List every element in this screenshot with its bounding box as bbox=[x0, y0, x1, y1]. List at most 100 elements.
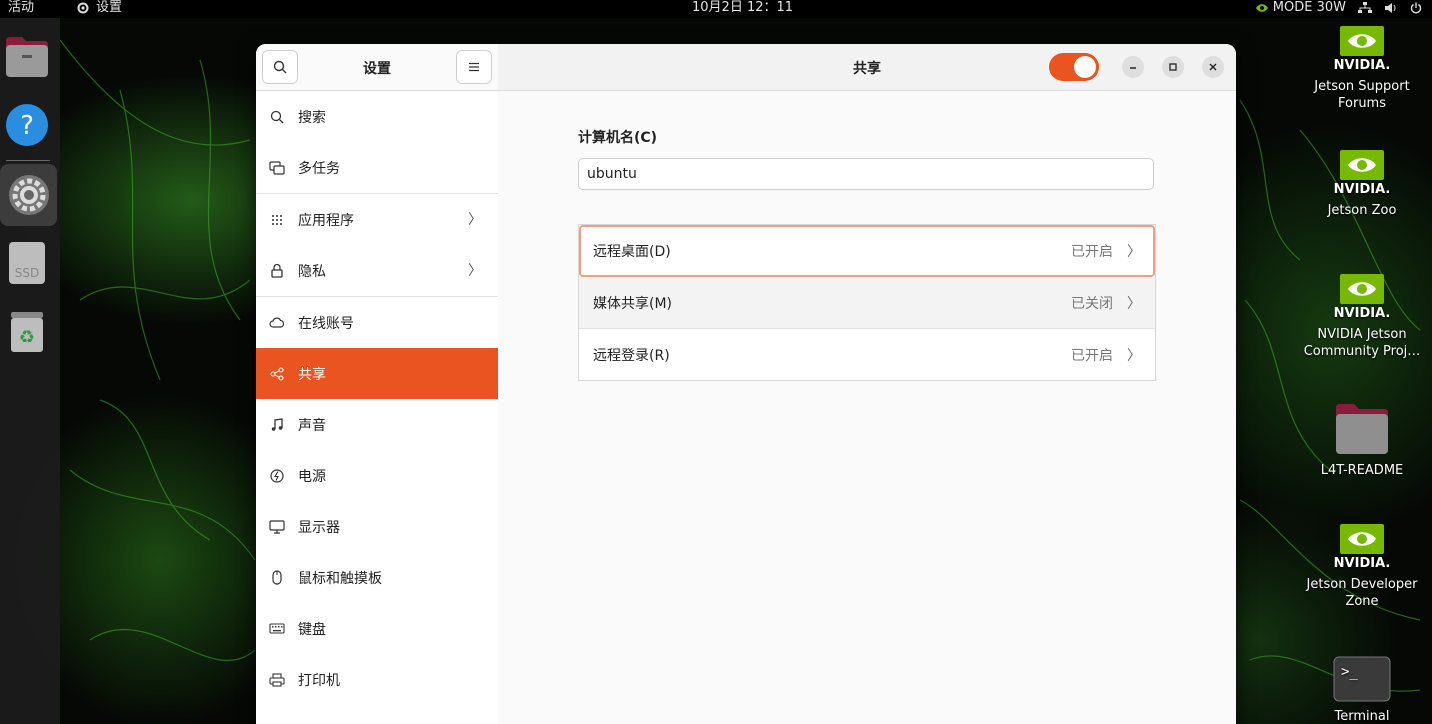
app-menu[interactable]: 设置 bbox=[76, 0, 122, 16]
desktop-icon-terminal[interactable]: >_ Terminal bbox=[1297, 656, 1427, 724]
sharing-services-list: 远程桌面(D) 已开启 〉 媒体共享(M) 已关闭 〉 远程登录(R) 已开启 … bbox=[578, 224, 1156, 381]
row-label: 远程桌面(D) bbox=[593, 243, 671, 260]
dock: ? SSD ♻ bbox=[0, 18, 60, 724]
maximize-button[interactable] bbox=[1162, 56, 1184, 78]
power-icon bbox=[1410, 2, 1422, 14]
svg-text:NVIDIA.: NVIDIA. bbox=[1334, 306, 1391, 320]
hostname-label: 计算机名(C) bbox=[578, 130, 658, 146]
sidebar-item-label: 多任务 bbox=[298, 160, 340, 177]
svg-text:NVIDIA.: NVIDIA. bbox=[1334, 182, 1391, 196]
row-label: 媒体共享(M) bbox=[593, 295, 673, 312]
sidebar-list: 搜索 多任务 应用程序 〉 隐私 〉 在线账号 共享 声音 电源 显示器 鼠标和… bbox=[256, 91, 498, 705]
svg-text:NVIDIA.: NVIDIA. bbox=[1334, 556, 1391, 570]
sharing-panel: 计算机名(C) 远程桌面(D) 已开启 〉 媒体共享(M) 已关闭 〉 远程登录… bbox=[498, 91, 1236, 724]
chevron-right-icon: 〉 bbox=[1127, 347, 1141, 364]
sidebar-item-keyboard[interactable]: 键盘 bbox=[256, 603, 498, 654]
hamburger-menu-icon bbox=[469, 62, 479, 72]
sidebar-item-label: 电源 bbox=[298, 468, 326, 485]
sidebar-item-multitasking[interactable]: 多任务 bbox=[256, 142, 498, 193]
desktop-icon-label: Jetson Support Forums bbox=[1314, 79, 1410, 111]
activities-button[interactable]: 活动 bbox=[8, 0, 34, 16]
desktop-icon-jetson-developer-zone[interactable]: NVIDIA. Jetson Developer Zone bbox=[1297, 522, 1427, 610]
close-icon bbox=[1209, 63, 1217, 71]
app-name: 设置 bbox=[96, 0, 123, 15]
nvidia-logo-icon: NVIDIA. bbox=[1297, 148, 1427, 196]
main-menu-button[interactable] bbox=[456, 50, 492, 84]
sidebar-item-displays[interactable]: 显示器 bbox=[256, 501, 498, 552]
svg-text:?: ? bbox=[20, 111, 34, 141]
dock-settings[interactable] bbox=[0, 164, 57, 226]
sidebar-header: 设置 bbox=[256, 44, 498, 91]
desktop-icon-l4t-readme[interactable]: L4T-README bbox=[1297, 402, 1427, 479]
sidebar-item-label: 鼠标和触摸板 bbox=[298, 570, 382, 587]
power-mode-label: MODE 30W bbox=[1272, 0, 1346, 15]
svg-text:NVIDIA.: NVIDIA. bbox=[1334, 58, 1391, 72]
sidebar-item-search[interactable]: 搜索 bbox=[256, 91, 498, 142]
sidebar-item-label: 显示器 bbox=[298, 519, 340, 536]
nvidia-logo-icon: NVIDIA. bbox=[1297, 272, 1427, 320]
row-label: 远程登录(R) bbox=[593, 347, 670, 364]
sidebar-item-label: 打印机 bbox=[298, 672, 340, 689]
sidebar-item-label: 隐私 bbox=[298, 263, 326, 280]
sidebar-item-label: 在线账号 bbox=[298, 315, 354, 332]
close-button[interactable] bbox=[1202, 56, 1224, 78]
music-note-icon bbox=[256, 417, 298, 432]
help-icon: ? bbox=[6, 104, 48, 146]
sidebar-item-printers[interactable]: 打印机 bbox=[256, 654, 498, 705]
network-icon bbox=[1358, 2, 1372, 13]
desktop-icon-jetson-support-forums[interactable]: NVIDIA. Jetson Support Forums bbox=[1297, 24, 1427, 112]
folder-icon bbox=[1297, 402, 1427, 456]
nvpmodel-indicator[interactable]: MODE 30W bbox=[1255, 0, 1346, 16]
sidebar-item-sharing[interactable]: 共享 bbox=[256, 348, 498, 399]
dock-separator bbox=[6, 160, 50, 161]
sidebar-item-power[interactable]: 电源 bbox=[256, 450, 498, 501]
desktop-icon-jetson-zoo[interactable]: NVIDIA. Jetson Zoo bbox=[1297, 148, 1427, 219]
settings-icon bbox=[8, 175, 49, 215]
sidebar-item-label: 应用程序 bbox=[298, 212, 354, 229]
sharing-master-toggle[interactable] bbox=[1049, 53, 1099, 81]
desktop-icon-nvidia-community-projects[interactable]: NVIDIA. NVIDIA Jetson Community Proj… bbox=[1297, 272, 1427, 360]
svg-text:>_: >_ bbox=[1341, 664, 1358, 680]
remote-desktop-row[interactable]: 远程桌面(D) 已开启 〉 bbox=[579, 225, 1155, 277]
apps-grid-icon bbox=[256, 214, 298, 226]
desktop-icon-label: NVIDIA Jetson Community Proj… bbox=[1303, 327, 1421, 359]
sidebar-item-applications[interactable]: 应用程序 〉 bbox=[256, 194, 498, 245]
volume-icon bbox=[1385, 3, 1396, 13]
lock-icon bbox=[256, 263, 298, 278]
dock-ssd[interactable]: SSD bbox=[4, 240, 50, 286]
sidebar-item-online-accounts[interactable]: 在线账号 bbox=[256, 297, 498, 348]
hostname-input[interactable] bbox=[578, 158, 1154, 190]
nvidia-logo-icon: NVIDIA. bbox=[1297, 24, 1427, 72]
sidebar-item-label: 声音 bbox=[298, 417, 326, 434]
multitasking-icon bbox=[256, 160, 298, 175]
desktop-icon-label: Jetson Developer Zone bbox=[1306, 577, 1418, 609]
chevron-right-icon: 〉 bbox=[1127, 243, 1141, 260]
terminal-icon: >_ bbox=[1297, 656, 1427, 702]
sidebar-item-label: 搜索 bbox=[298, 109, 326, 126]
minimize-icon bbox=[1130, 67, 1136, 69]
sidebar-item-privacy[interactable]: 隐私 〉 bbox=[256, 245, 498, 296]
gear-icon bbox=[77, 2, 89, 14]
dock-help[interactable]: ? bbox=[4, 102, 50, 148]
chevron-right-icon: 〉 bbox=[468, 212, 482, 228]
display-icon bbox=[256, 519, 298, 534]
sidebar-item-mouse-touchpad[interactable]: 鼠标和触摸板 bbox=[256, 552, 498, 603]
sidebar-item-sound[interactable]: 声音 bbox=[256, 399, 498, 450]
ssd-drive-icon: SSD bbox=[9, 242, 45, 284]
settings-window: 设置 搜索 多任务 应用程序 〉 隐私 〉 在线账号 共享 声音 电源 显示器 … bbox=[256, 44, 1236, 724]
dock-trash[interactable]: ♻ bbox=[4, 308, 50, 354]
search-icon bbox=[256, 110, 298, 124]
trash-icon: ♻ bbox=[11, 312, 43, 352]
media-sharing-row[interactable]: 媒体共享(M) 已关闭 〉 bbox=[579, 277, 1155, 329]
power-icon bbox=[256, 468, 298, 483]
svg-text:SSD: SSD bbox=[15, 266, 39, 280]
remote-login-row[interactable]: 远程登录(R) 已开启 〉 bbox=[579, 329, 1155, 380]
status-text: 已开启 bbox=[1071, 347, 1113, 364]
clock[interactable]: 10月2日 12：11 bbox=[692, 0, 793, 16]
top-bar: 活动 设置 10月2日 12：11 MODE 30W bbox=[0, 0, 1432, 18]
mouse-icon bbox=[256, 570, 298, 585]
dock-files[interactable] bbox=[4, 34, 50, 80]
system-tray[interactable]: MODE 30W bbox=[1255, 0, 1422, 16]
keyboard-icon bbox=[256, 623, 298, 634]
minimize-button[interactable] bbox=[1122, 56, 1144, 78]
